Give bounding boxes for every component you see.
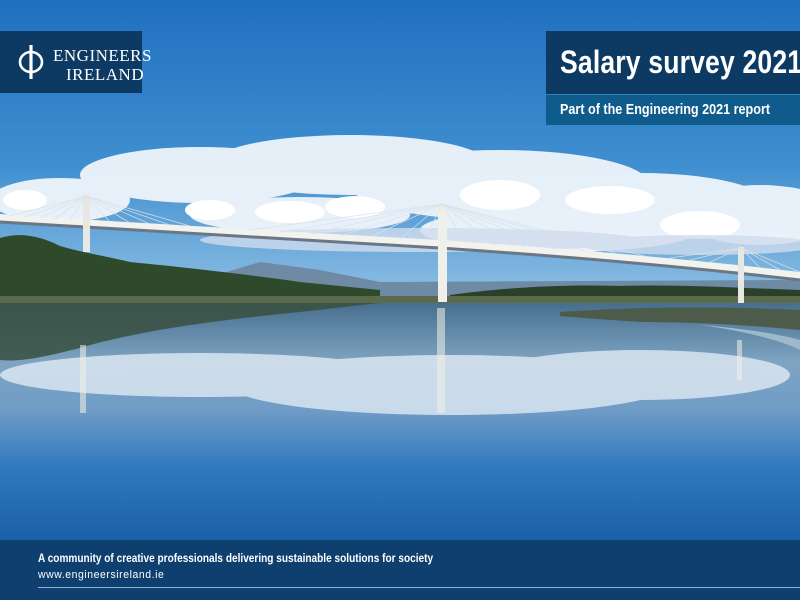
engineers-ireland-logo: ENGINEERS IRELAND <box>0 31 151 93</box>
logo-wordmark-line2: IRELAND <box>66 65 145 84</box>
page-subtitle: Part of the Engineering 2021 report <box>560 101 771 118</box>
title-panel: Salary survey 2021 <box>546 31 800 94</box>
footer-divider <box>38 587 800 588</box>
logo-wordmark-line1: ENGINEERS <box>53 46 152 65</box>
phi-logo-icon <box>18 45 44 79</box>
website-link[interactable]: www.engineersireland.ie <box>38 569 164 582</box>
footer-tagline: A community of creative professionals de… <box>38 551 434 565</box>
footer-bar: A community of creative professionals de… <box>0 540 800 600</box>
page-title: Salary survey 2021 <box>560 44 800 80</box>
subtitle-panel: Part of the Engineering 2021 report <box>546 95 800 125</box>
